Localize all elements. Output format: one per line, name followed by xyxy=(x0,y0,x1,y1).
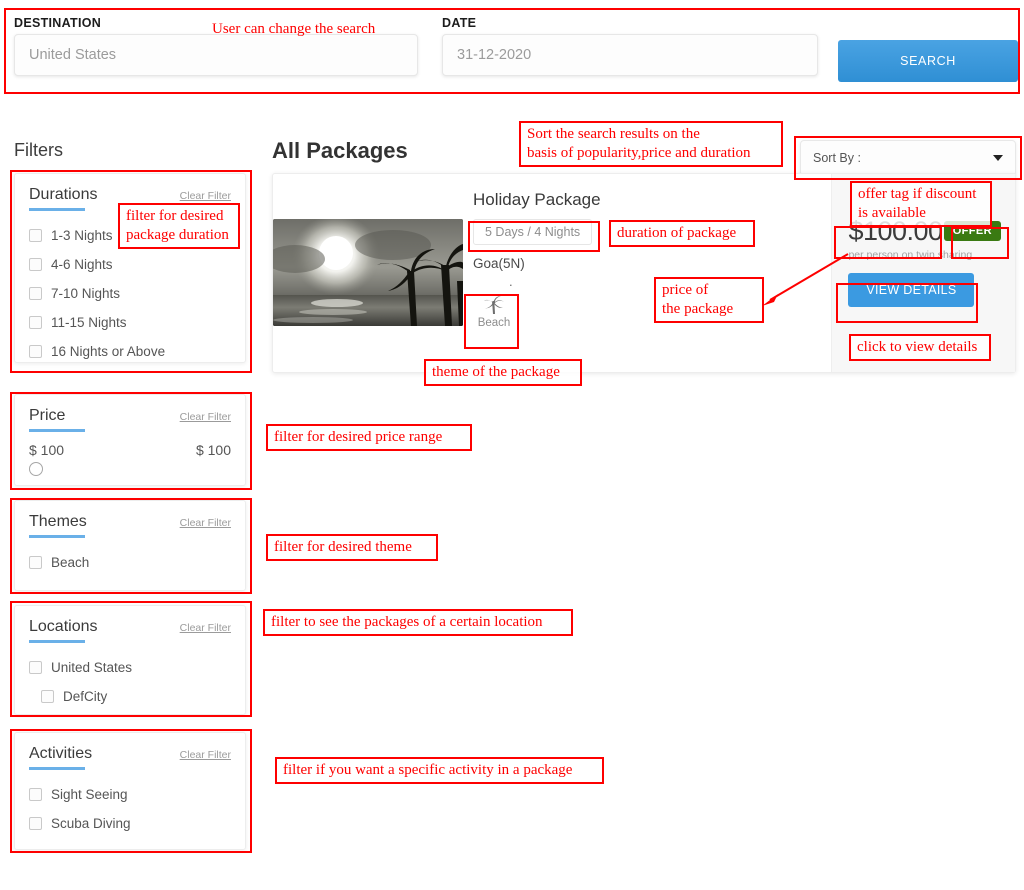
view-details-button[interactable]: VIEW DETAILS xyxy=(848,273,975,307)
clear-filter-link[interactable]: Clear Filter xyxy=(180,411,231,423)
annotation-text-theme-filter: filter for desired theme xyxy=(266,534,438,561)
annotation-text-sort: Sort the search results on the basis of … xyxy=(519,121,783,167)
filter-title: Activities xyxy=(29,745,93,762)
annotation-text-theme: theme of the package xyxy=(424,359,582,386)
checkbox-icon[interactable] xyxy=(29,229,42,242)
package-details: Holiday Package 5 Days / 4 Nights Goa(5N… xyxy=(273,174,831,372)
filter-card-locations: Locations Clear Filter United States Def… xyxy=(14,605,246,715)
filter-header: Price Clear Filter xyxy=(29,407,231,429)
filter-title: Themes xyxy=(29,513,87,530)
option-label: DefCity xyxy=(63,689,108,704)
option-label: 4-6 Nights xyxy=(51,257,113,272)
title-underline xyxy=(29,640,85,643)
annotation-text-duration: duration of package xyxy=(609,220,755,247)
filter-option-locations-0[interactable]: United States xyxy=(29,653,231,682)
title-underline xyxy=(29,767,85,770)
package-duration: 5 Days / 4 Nights xyxy=(473,219,593,245)
option-label: Sight Seeing xyxy=(51,787,128,802)
price-min: $ 100 xyxy=(29,442,65,458)
checkbox-icon[interactable] xyxy=(29,287,42,300)
clear-filter-link[interactable]: Clear Filter xyxy=(180,749,231,761)
filter-option-durations-3[interactable]: 11-15 Nights xyxy=(29,308,231,337)
annotation-text-durations-filter: filter for desired package duration xyxy=(118,203,240,249)
option-label: United States xyxy=(51,660,133,675)
filters-title: Filters xyxy=(14,140,63,160)
beach-sunset-image xyxy=(273,219,463,326)
annotation-text-view-details: click to view details xyxy=(849,334,991,361)
filter-option-activities-0[interactable]: Sight Seeing xyxy=(29,780,231,809)
checkbox-icon[interactable] xyxy=(29,788,42,801)
filter-option-locations-1[interactable]: DefCity xyxy=(29,682,231,711)
annotation-text-price-filter: filter for desired price range xyxy=(266,424,472,451)
option-label: 7-10 Nights xyxy=(51,286,121,301)
filter-option-durations-1[interactable]: 4-6 Nights xyxy=(29,250,231,279)
filter-card-themes: Themes Clear Filter Beach xyxy=(14,500,246,591)
package-thumbnail xyxy=(273,219,463,326)
filter-header: Activities Clear Filter xyxy=(29,745,231,767)
date-field-group: DATE 31-12-2020 xyxy=(442,16,818,76)
package-price-note: per person on twin sharing xyxy=(848,249,973,261)
clear-filter-link[interactable]: Clear Filter xyxy=(180,190,231,202)
annotation-text-search: User can change the search xyxy=(212,21,376,37)
date-input[interactable]: 31-12-2020 xyxy=(442,34,818,76)
page-title: All Packages xyxy=(272,138,408,163)
filter-title: Locations xyxy=(29,618,98,635)
annotation-text-locations-filter: filter to see the packages of a certain … xyxy=(263,609,573,636)
chevron-down-icon xyxy=(993,155,1003,161)
checkbox-icon[interactable] xyxy=(29,556,42,569)
sort-by-label: Sort By : xyxy=(813,151,861,165)
option-label: 1-3 Nights xyxy=(51,228,113,243)
filter-option-durations-2[interactable]: 7-10 Nights xyxy=(29,279,231,308)
option-label: 16 Nights or Above xyxy=(51,344,166,359)
filter-option-activities-1[interactable]: Scuba Diving xyxy=(29,809,231,838)
filter-header: Locations Clear Filter xyxy=(29,618,231,640)
palm-tree-icon xyxy=(484,296,504,314)
price-range-values: $ 100 $ 100 xyxy=(29,442,231,458)
price-slider-handle[interactable] xyxy=(29,462,43,476)
annotation-text-activities-filter: filter if you want a specific activity i… xyxy=(275,757,604,784)
filter-option-themes-0[interactable]: Beach xyxy=(29,548,231,577)
checkbox-icon[interactable] xyxy=(29,817,42,830)
annotation-arrow-price xyxy=(762,253,849,306)
filter-card-activities: Activities Clear Filter Sight Seeing Scu… xyxy=(14,732,246,850)
title-underline xyxy=(29,429,85,432)
filter-option-durations-4[interactable]: 16 Nights or Above xyxy=(29,337,231,366)
option-label: 11-15 Nights xyxy=(51,315,127,330)
search-button[interactable]: SEARCH xyxy=(838,40,1018,82)
package-theme: Beach xyxy=(473,295,515,329)
annotation-text-offer: offer tag if discount is available xyxy=(850,181,992,227)
filter-header: Themes Clear Filter xyxy=(29,513,231,535)
sort-by-select[interactable]: Sort By : xyxy=(800,140,1016,176)
checkbox-icon[interactable] xyxy=(41,690,54,703)
clear-filter-link[interactable]: Clear Filter xyxy=(180,622,231,634)
annotation-text-price: price of the package xyxy=(654,277,764,323)
price-slider[interactable] xyxy=(29,460,231,482)
price-max: $ 100 xyxy=(195,442,231,458)
option-label: Scuba Diving xyxy=(51,816,131,831)
package-theme-label: Beach xyxy=(477,317,511,329)
clear-filter-link[interactable]: Clear Filter xyxy=(180,517,231,529)
checkbox-icon[interactable] xyxy=(29,316,42,329)
filter-card-durations: Durations Clear Filter 1-3 Nights 4-6 Ni… xyxy=(14,173,246,363)
filter-card-price: Price Clear Filter $ 100 $ 100 xyxy=(14,394,246,486)
filter-title: Durations xyxy=(29,186,98,203)
title-underline xyxy=(29,208,85,211)
checkbox-icon[interactable] xyxy=(29,258,42,271)
filter-title: Price xyxy=(29,407,66,424)
search-bar: DESTINATION United States DATE 31-12-202… xyxy=(0,8,1024,94)
option-label: Beach xyxy=(51,555,90,570)
checkbox-icon[interactable] xyxy=(29,345,42,358)
title-underline xyxy=(29,535,85,538)
date-label: DATE xyxy=(442,16,477,30)
package-name: Holiday Package xyxy=(473,190,601,209)
checkbox-icon[interactable] xyxy=(29,661,42,674)
